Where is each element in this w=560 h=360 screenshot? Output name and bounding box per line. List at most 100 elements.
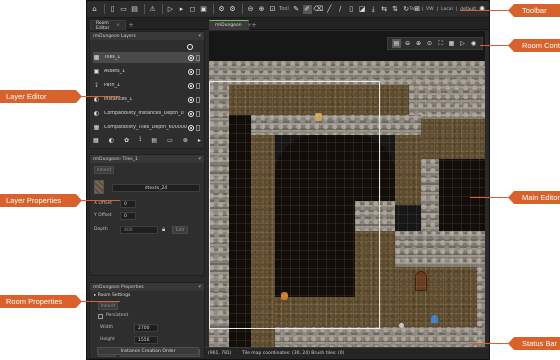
inherit-room-button[interactable]: Inherit: [98, 302, 118, 310]
tileset-name: dtexte_24: [144, 185, 168, 191]
tab-rmdungeon[interactable]: rmDungeon ×: [209, 20, 251, 30]
callout-layer-properties: Layer Properties: [0, 194, 82, 207]
depth-field[interactable]: 400: [120, 226, 158, 234]
picker-icon[interactable]: ⤓: [369, 5, 378, 14]
new-file-icon[interactable]: ▯: [108, 5, 117, 14]
item-sprite[interactable]: [315, 113, 322, 121]
visibility-icon[interactable]: [188, 54, 194, 61]
layer-row[interactable]: ⟟ Path_1: [93, 80, 200, 91]
mirror-icon[interactable]: ⇅: [391, 5, 400, 14]
camera-icon[interactable]: ◉: [469, 39, 478, 48]
eraser-icon[interactable]: ⌫: [313, 5, 323, 14]
line-icon[interactable]: ╱: [325, 5, 334, 14]
play-room-icon[interactable]: ▷: [458, 39, 467, 48]
open-file-icon[interactable]: ▭: [119, 5, 128, 14]
settings-icon[interactable]: ⚙: [217, 5, 226, 14]
separator-text: |: [421, 6, 424, 12]
add-tab-icon[interactable]: +: [250, 20, 258, 30]
zoom-reset-icon[interactable]: ⊙: [425, 39, 434, 48]
local-label[interactable]: Local: [441, 7, 453, 12]
layer-options-icon[interactable]: ▸: [198, 137, 201, 144]
callout-leader: [80, 301, 120, 302]
room-canvas[interactable]: [209, 61, 485, 347]
build-icon[interactable]: ▣: [199, 5, 208, 14]
close-icon[interactable]: ×: [116, 23, 120, 28]
rectangle-icon[interactable]: ▯: [347, 5, 356, 14]
edit-depth-button[interactable]: Edit: [172, 226, 188, 234]
flip-icon[interactable]: ⇆: [380, 5, 389, 14]
lock-icon[interactable]: [196, 96, 200, 103]
brush-icon[interactable]: ✎: [292, 5, 301, 14]
zoom-out-icon[interactable]: ⊖: [403, 39, 412, 48]
room-width-field[interactable]: 2700: [134, 324, 158, 332]
pencil-icon[interactable]: ✐: [302, 4, 312, 14]
add-instance-layer-icon[interactable]: ◐: [109, 137, 114, 144]
layer-row[interactable]: ▦ Tiles_1: [93, 52, 200, 63]
zoom-reset-icon[interactable]: ⊡: [268, 5, 277, 14]
zoom-in-icon[interactable]: ⊕: [257, 5, 266, 14]
clean-icon[interactable]: ⚠: [148, 5, 157, 14]
skull-sprite[interactable]: [399, 323, 404, 328]
stop-icon[interactable]: ◻: [188, 5, 197, 14]
visibility-icon[interactable]: [188, 124, 194, 131]
visibility-toggle-all[interactable]: [187, 44, 193, 50]
text-mode-label[interactable]: Text: [409, 7, 418, 12]
add-path-layer-icon[interactable]: ⟟: [139, 136, 141, 144]
layer-name: Path_1: [104, 83, 120, 88]
add-folder-icon[interactable]: ▭: [167, 137, 173, 144]
torch-sprite[interactable]: [281, 292, 288, 300]
target-settings-icon[interactable]: ✺: [479, 5, 485, 13]
collapse-icon[interactable]: ▾: [198, 156, 201, 162]
visibility-icon[interactable]: [188, 110, 194, 117]
inherit-layer-button[interactable]: Inherit: [94, 166, 114, 174]
persistent-checkbox[interactable]: [98, 314, 103, 319]
panel-title: rmDungeon Properties: [93, 284, 144, 290]
layer-row[interactable]: ▣ Assets_1: [93, 66, 200, 77]
collapse-icon[interactable]: ▾: [198, 284, 201, 290]
lock-icon[interactable]: [196, 82, 200, 89]
tab-room-editor[interactable]: Room Editor ×: [90, 20, 126, 31]
player-sprite[interactable]: [431, 315, 438, 323]
layer-row[interactable]: ▦ Compatibility_Tiles_Depth_600000: [93, 122, 200, 133]
rock-tiles: [275, 327, 477, 347]
add-background-layer-icon[interactable]: ▤: [151, 137, 157, 144]
x-offset-field[interactable]: 0: [120, 200, 136, 208]
line-alt-icon[interactable]: ∕: [336, 5, 345, 14]
add-asset-layer-icon[interactable]: ✿: [124, 137, 129, 144]
add-tab-icon[interactable]: +: [127, 20, 135, 30]
target-icon[interactable]: ⚙: [228, 5, 237, 14]
debug-icon[interactable]: ▸: [177, 5, 186, 14]
lock-icon[interactable]: [196, 110, 200, 117]
instance-creation-order-button[interactable]: Instance Creation Order: [97, 347, 199, 355]
layer-row[interactable]: ◐ Compatibility_Instances_Depth_0: [93, 108, 200, 119]
home-icon[interactable]: ⌂: [90, 5, 99, 14]
door-sprite[interactable]: [415, 271, 427, 291]
room-settings-header[interactable]: ▸ Room Settings: [94, 293, 130, 298]
panel-header: rmDungeon Layers ▾: [90, 32, 204, 40]
zoom-out-icon[interactable]: ⊖: [246, 5, 255, 14]
run-icon[interactable]: ▷: [166, 5, 175, 14]
tileset-select[interactable]: dtexte_24: [112, 184, 200, 192]
add-tile-layer-icon[interactable]: ▦: [93, 137, 99, 144]
lock-icon[interactable]: 🔒︎: [162, 226, 165, 234]
vw-label[interactable]: VW: [426, 7, 434, 12]
visibility-icon[interactable]: [188, 68, 194, 75]
lock-icon[interactable]: [196, 54, 200, 61]
lock-icon[interactable]: [196, 124, 200, 131]
save-icon[interactable]: ▤: [130, 5, 139, 14]
room-height-field[interactable]: 1556: [134, 336, 158, 344]
y-offset-field[interactable]: 0: [120, 212, 136, 220]
main-editor[interactable]: ▤ ⊖ ⊕ ⊙ ⛶ ▦ ▷ ◉: [209, 31, 485, 347]
fit-to-screen-icon[interactable]: ⛶: [436, 39, 445, 48]
zoom-in-icon[interactable]: ⊕: [414, 39, 423, 48]
dirt-floor-tiles: [251, 135, 275, 347]
lock-icon[interactable]: [196, 68, 200, 75]
collapse-icon[interactable]: ▾: [198, 33, 201, 39]
instance-layer-icon: ◐: [93, 110, 100, 117]
fill-icon[interactable]: ◪: [358, 5, 367, 14]
grid-toggle-icon[interactable]: ▦: [447, 39, 456, 48]
delete-layer-icon[interactable]: ⊗: [183, 137, 188, 144]
visibility-icon[interactable]: [188, 96, 194, 103]
visibility-icon[interactable]: [188, 82, 194, 89]
view-menu-icon[interactable]: ▤: [392, 39, 401, 48]
